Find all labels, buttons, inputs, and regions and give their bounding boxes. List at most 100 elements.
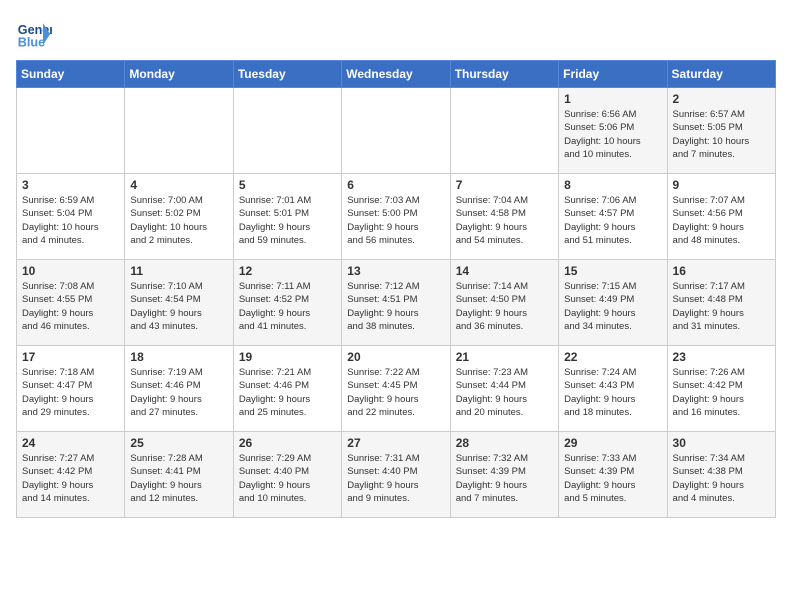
page-header: General Blue bbox=[16, 16, 776, 52]
day-info: Sunrise: 7:23 AM Sunset: 4:44 PM Dayligh… bbox=[456, 366, 553, 419]
day-number: 12 bbox=[239, 264, 336, 278]
day-info: Sunrise: 7:26 AM Sunset: 4:42 PM Dayligh… bbox=[673, 366, 770, 419]
day-number: 9 bbox=[673, 178, 770, 192]
calendar-cell: 22Sunrise: 7:24 AM Sunset: 4:43 PM Dayli… bbox=[559, 346, 667, 432]
calendar-cell: 10Sunrise: 7:08 AM Sunset: 4:55 PM Dayli… bbox=[17, 260, 125, 346]
weekday-header-cell: Friday bbox=[559, 61, 667, 88]
calendar-week-row: 17 Sunrise: 7:18 AM Sunset: 4:47 PM Dayli… bbox=[17, 346, 776, 432]
day-info: Sunrise: 7:34 AM Sunset: 4:38 PM Dayligh… bbox=[673, 452, 770, 505]
calendar-week-row: 1 Sunrise: 6:56 AM Sunset: 5:06 PM Daylig… bbox=[17, 88, 776, 174]
calendar-cell: 24Sunrise: 7:27 AM Sunset: 4:42 PM Dayli… bbox=[17, 432, 125, 518]
calendar-cell: 27Sunrise: 7:31 AM Sunset: 4:40 PM Dayli… bbox=[342, 432, 450, 518]
calendar-cell: 17 Sunrise: 7:18 AM Sunset: 4:47 PM Dayli… bbox=[17, 346, 125, 432]
day-number: 25 bbox=[130, 436, 227, 450]
day-info: Sunrise: 7:27 AM Sunset: 4:42 PM Dayligh… bbox=[22, 452, 119, 505]
calendar-cell: 9 Sunrise: 7:07 AM Sunset: 4:56 PM Daylig… bbox=[667, 174, 775, 260]
calendar-cell: 30 Sunrise: 7:34 AM Sunset: 4:38 PM Dayli… bbox=[667, 432, 775, 518]
calendar-cell: 26 Sunrise: 7:29 AM Sunset: 4:40 PM Dayli… bbox=[233, 432, 341, 518]
day-number: 2 bbox=[673, 92, 770, 106]
day-info: Sunrise: 7:32 AM Sunset: 4:39 PM Dayligh… bbox=[456, 452, 553, 505]
calendar-cell bbox=[342, 88, 450, 174]
weekday-header-cell: Monday bbox=[125, 61, 233, 88]
calendar-cell: 28 Sunrise: 7:32 AM Sunset: 4:39 PM Dayli… bbox=[450, 432, 558, 518]
calendar-cell: 11Sunrise: 7:10 AM Sunset: 4:54 PM Dayli… bbox=[125, 260, 233, 346]
weekday-header-cell: Saturday bbox=[667, 61, 775, 88]
calendar-cell: 13 Sunrise: 7:12 AM Sunset: 4:51 PM Dayli… bbox=[342, 260, 450, 346]
day-number: 7 bbox=[456, 178, 553, 192]
day-number: 1 bbox=[564, 92, 661, 106]
day-number: 19 bbox=[239, 350, 336, 364]
svg-text:Blue: Blue bbox=[18, 36, 45, 50]
day-number: 18 bbox=[130, 350, 227, 364]
day-number: 23 bbox=[673, 350, 770, 364]
day-number: 16 bbox=[673, 264, 770, 278]
day-number: 4 bbox=[130, 178, 227, 192]
calendar-cell: 5 Sunrise: 7:01 AM Sunset: 5:01 PM Daylig… bbox=[233, 174, 341, 260]
calendar-cell: 20 Sunrise: 7:22 AM Sunset: 4:45 PM Dayli… bbox=[342, 346, 450, 432]
day-info: Sunrise: 7:04 AM Sunset: 4:58 PM Dayligh… bbox=[456, 194, 553, 247]
day-number: 6 bbox=[347, 178, 444, 192]
calendar-cell: 1 Sunrise: 6:56 AM Sunset: 5:06 PM Daylig… bbox=[559, 88, 667, 174]
day-number: 28 bbox=[456, 436, 553, 450]
weekday-header-row: SundayMondayTuesdayWednesdayThursdayFrid… bbox=[17, 61, 776, 88]
day-info: Sunrise: 7:12 AM Sunset: 4:51 PM Dayligh… bbox=[347, 280, 444, 333]
day-info: Sunrise: 7:22 AM Sunset: 4:45 PM Dayligh… bbox=[347, 366, 444, 419]
weekday-header-cell: Wednesday bbox=[342, 61, 450, 88]
calendar-cell: 4 Sunrise: 7:00 AM Sunset: 5:02 PM Daylig… bbox=[125, 174, 233, 260]
day-number: 14 bbox=[456, 264, 553, 278]
day-number: 15 bbox=[564, 264, 661, 278]
day-info: Sunrise: 7:33 AM Sunset: 4:39 PM Dayligh… bbox=[564, 452, 661, 505]
day-number: 26 bbox=[239, 436, 336, 450]
calendar-body: 1 Sunrise: 6:56 AM Sunset: 5:06 PM Daylig… bbox=[17, 88, 776, 518]
day-info: Sunrise: 6:59 AM Sunset: 5:04 PM Dayligh… bbox=[22, 194, 119, 247]
calendar-cell bbox=[233, 88, 341, 174]
calendar-week-row: 24Sunrise: 7:27 AM Sunset: 4:42 PM Dayli… bbox=[17, 432, 776, 518]
day-info: Sunrise: 7:06 AM Sunset: 4:57 PM Dayligh… bbox=[564, 194, 661, 247]
day-number: 8 bbox=[564, 178, 661, 192]
day-info: Sunrise: 7:21 AM Sunset: 4:46 PM Dayligh… bbox=[239, 366, 336, 419]
day-number: 21 bbox=[456, 350, 553, 364]
calendar-cell: 2Sunrise: 6:57 AM Sunset: 5:05 PM Daylig… bbox=[667, 88, 775, 174]
calendar-table: SundayMondayTuesdayWednesdayThursdayFrid… bbox=[16, 60, 776, 518]
day-number: 13 bbox=[347, 264, 444, 278]
weekday-header-cell: Thursday bbox=[450, 61, 558, 88]
day-number: 17 bbox=[22, 350, 119, 364]
day-info: Sunrise: 7:31 AM Sunset: 4:40 PM Dayligh… bbox=[347, 452, 444, 505]
weekday-header-cell: Sunday bbox=[17, 61, 125, 88]
day-info: Sunrise: 6:56 AM Sunset: 5:06 PM Dayligh… bbox=[564, 108, 661, 161]
calendar-cell bbox=[17, 88, 125, 174]
logo-icon: General Blue bbox=[16, 16, 52, 52]
calendar-cell: 25 Sunrise: 7:28 AM Sunset: 4:41 PM Dayli… bbox=[125, 432, 233, 518]
day-info: Sunrise: 7:19 AM Sunset: 4:46 PM Dayligh… bbox=[130, 366, 227, 419]
calendar-cell bbox=[450, 88, 558, 174]
day-info: Sunrise: 7:07 AM Sunset: 4:56 PM Dayligh… bbox=[673, 194, 770, 247]
day-info: Sunrise: 7:17 AM Sunset: 4:48 PM Dayligh… bbox=[673, 280, 770, 333]
calendar-cell: 15 Sunrise: 7:15 AM Sunset: 4:49 PM Dayli… bbox=[559, 260, 667, 346]
calendar-cell: 29 Sunrise: 7:33 AM Sunset: 4:39 PM Dayli… bbox=[559, 432, 667, 518]
calendar-week-row: 3 Sunrise: 6:59 AM Sunset: 5:04 PM Daylig… bbox=[17, 174, 776, 260]
day-number: 30 bbox=[673, 436, 770, 450]
calendar-cell: 7 Sunrise: 7:04 AM Sunset: 4:58 PM Daylig… bbox=[450, 174, 558, 260]
day-info: Sunrise: 7:29 AM Sunset: 4:40 PM Dayligh… bbox=[239, 452, 336, 505]
calendar-cell: 8 Sunrise: 7:06 AM Sunset: 4:57 PM Daylig… bbox=[559, 174, 667, 260]
day-info: Sunrise: 7:01 AM Sunset: 5:01 PM Dayligh… bbox=[239, 194, 336, 247]
day-info: Sunrise: 7:14 AM Sunset: 4:50 PM Dayligh… bbox=[456, 280, 553, 333]
day-number: 5 bbox=[239, 178, 336, 192]
day-number: 29 bbox=[564, 436, 661, 450]
calendar-cell bbox=[125, 88, 233, 174]
calendar-cell: 18 Sunrise: 7:19 AM Sunset: 4:46 PM Dayli… bbox=[125, 346, 233, 432]
day-number: 20 bbox=[347, 350, 444, 364]
day-info: Sunrise: 7:08 AM Sunset: 4:55 PM Dayligh… bbox=[22, 280, 119, 333]
calendar-cell: 3 Sunrise: 6:59 AM Sunset: 5:04 PM Daylig… bbox=[17, 174, 125, 260]
day-info: Sunrise: 7:00 AM Sunset: 5:02 PM Dayligh… bbox=[130, 194, 227, 247]
calendar-cell: 16 Sunrise: 7:17 AM Sunset: 4:48 PM Dayli… bbox=[667, 260, 775, 346]
calendar-cell: 6 Sunrise: 7:03 AM Sunset: 5:00 PM Daylig… bbox=[342, 174, 450, 260]
day-info: Sunrise: 7:11 AM Sunset: 4:52 PM Dayligh… bbox=[239, 280, 336, 333]
day-info: Sunrise: 7:03 AM Sunset: 5:00 PM Dayligh… bbox=[347, 194, 444, 247]
day-info: Sunrise: 7:28 AM Sunset: 4:41 PM Dayligh… bbox=[130, 452, 227, 505]
day-info: Sunrise: 7:15 AM Sunset: 4:49 PM Dayligh… bbox=[564, 280, 661, 333]
calendar-cell: 19 Sunrise: 7:21 AM Sunset: 4:46 PM Dayli… bbox=[233, 346, 341, 432]
day-number: 3 bbox=[22, 178, 119, 192]
day-info: Sunrise: 7:18 AM Sunset: 4:47 PM Dayligh… bbox=[22, 366, 119, 419]
logo: General Blue bbox=[16, 16, 52, 52]
